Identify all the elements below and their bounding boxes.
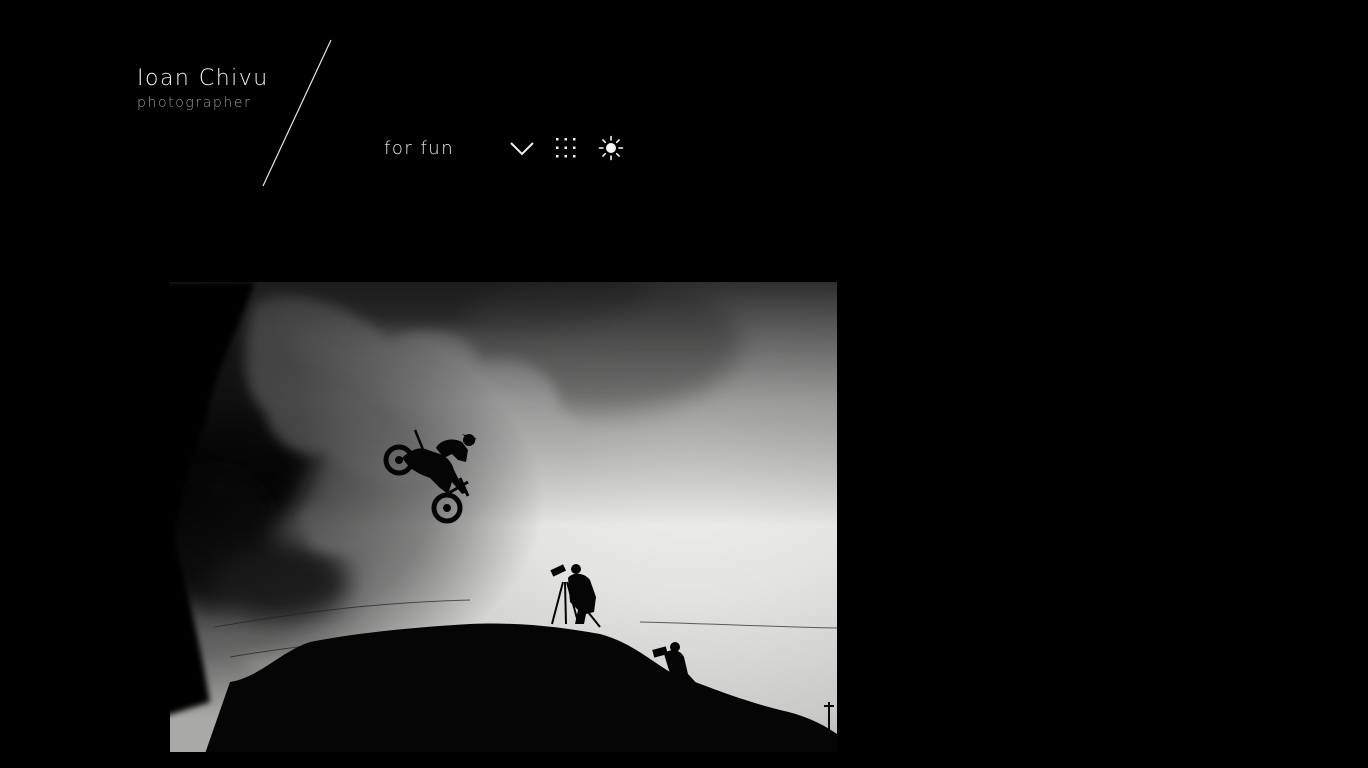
featured-photo[interactable] xyxy=(0,282,837,768)
sun-icon[interactable] xyxy=(595,132,627,164)
gallery-nav: for fun xyxy=(384,132,624,164)
grid-dots-icon[interactable] xyxy=(550,132,582,164)
motocross-photo-image xyxy=(0,282,837,768)
page: Ioan Chivu photographer for fun xyxy=(0,0,1368,768)
site-name: Ioan Chivu xyxy=(137,66,269,91)
diagonal-divider xyxy=(262,39,332,187)
site-brand[interactable]: Ioan Chivu photographer xyxy=(137,64,269,112)
gallery-selector-label[interactable]: for fun xyxy=(384,138,454,159)
chevron-down-icon[interactable] xyxy=(506,132,538,164)
site-subtitle: photographer xyxy=(137,95,252,111)
